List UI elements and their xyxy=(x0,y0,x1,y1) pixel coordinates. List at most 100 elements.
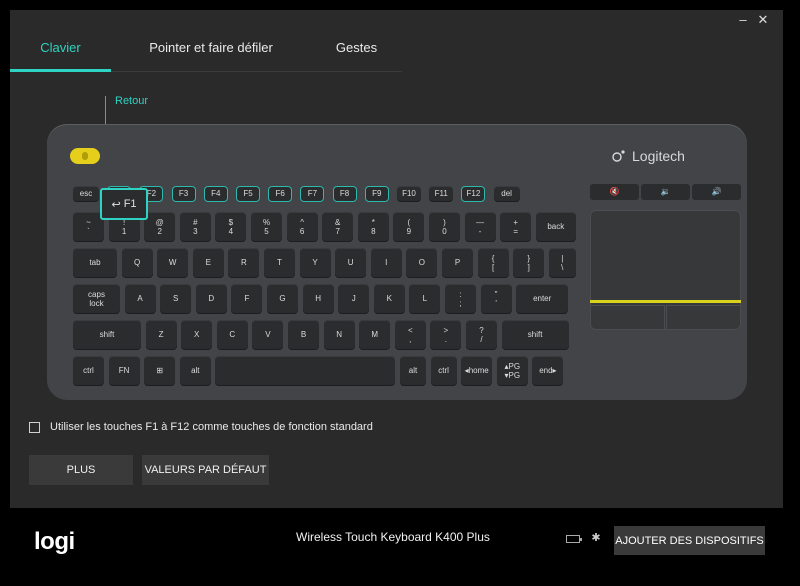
key-shift-c: C xyxy=(216,320,248,350)
logi-logo: logi xyxy=(34,528,75,555)
key-home-j: J xyxy=(338,284,370,314)
key-shift-n: N xyxy=(323,320,355,350)
key-top--: { [ xyxy=(477,248,509,278)
battery-icon xyxy=(566,535,582,543)
tab-clavier[interactable]: Clavier xyxy=(10,34,111,72)
keyboard-illustration: Logitech escF1F2F3F4F5F6F7F8F9F10F11F12d… xyxy=(47,124,747,400)
tab-pointer[interactable]: Pointer et faire défiler xyxy=(111,34,311,72)
key-top-o: O xyxy=(406,248,438,278)
key-bottom-pg-pg: ▴PG ▾PG xyxy=(496,356,528,386)
key-home-enter: enter xyxy=(516,284,569,314)
fn-option-row[interactable]: Utiliser les touches F1 à F12 comme touc… xyxy=(29,421,373,433)
close-icon[interactable]: ✕ xyxy=(755,12,771,28)
key-home-d: D xyxy=(195,284,227,314)
add-devices-button[interactable]: AJOUTER DES DISPOSITIFS xyxy=(614,526,765,555)
key-bottom-symbol: ⊞ xyxy=(144,356,176,386)
key-number--9: ( 9 xyxy=(393,212,425,242)
key-home-h: H xyxy=(302,284,334,314)
key-bottom-alt: alt xyxy=(400,356,426,386)
key-bottom-home: ◂home xyxy=(461,356,493,386)
key-number--: + = xyxy=(500,212,532,242)
vol-down-icon: 🔉 xyxy=(641,184,690,200)
plus-button[interactable]: PLUS xyxy=(29,455,133,485)
minimize-icon[interactable]: – xyxy=(735,12,751,28)
key-home-k: K xyxy=(373,284,405,314)
key-top-e: E xyxy=(192,248,224,278)
app-window: – ✕ Clavier Pointer et faire défiler Ges… xyxy=(10,10,783,508)
mute-icon: 🔇 xyxy=(590,184,639,200)
key-f5: F5 xyxy=(236,186,260,202)
key-home--: : ; xyxy=(445,284,476,314)
key-number--7: & 7 xyxy=(322,212,354,242)
key-top-w: W xyxy=(157,248,189,278)
key-home-a: A xyxy=(124,284,156,314)
key-top-q: Q xyxy=(121,248,153,278)
key-home-f: F xyxy=(231,284,263,314)
key-number--2: @ 2 xyxy=(144,212,176,242)
key-top-r: R xyxy=(228,248,260,278)
key-shift-shift: shift xyxy=(73,320,141,350)
vol-up-icon: 🔊 xyxy=(692,184,741,200)
key-top-u: U xyxy=(335,248,367,278)
key-top-i: I xyxy=(370,248,402,278)
key-top-tab: tab xyxy=(73,248,117,278)
key-shift-b: B xyxy=(288,320,319,350)
callout-label: Retour xyxy=(115,95,149,107)
key-shift-v: V xyxy=(252,320,284,350)
key-home-s: S xyxy=(160,284,192,314)
key-bottom-fn: FN xyxy=(108,356,140,386)
key-bottom-end: end▸ xyxy=(532,356,564,386)
key-home--: " ' xyxy=(480,284,512,314)
key-number--0: ) 0 xyxy=(429,212,460,242)
key-top--: | \ xyxy=(548,248,576,278)
callout-f1-key[interactable]: ↩ F1 xyxy=(100,188,148,220)
key-home-caps-lock: caps lock xyxy=(73,284,120,314)
fn-checkbox-label: Utiliser les touches F1 à F12 comme touc… xyxy=(50,421,373,433)
key-shift-m: M xyxy=(359,320,391,350)
key-number---: — - xyxy=(464,212,496,242)
callout-key-label: F1 xyxy=(123,198,137,210)
callout-line xyxy=(105,96,106,126)
touchpad-right-button xyxy=(666,305,741,330)
key-top--: } ] xyxy=(513,248,545,278)
key-home-l: L xyxy=(409,284,441,314)
touchpad-accent xyxy=(590,300,741,303)
key-f3: F3 xyxy=(171,186,196,202)
footer: logi Wireless Touch Keyboard K400 Plus ✱… xyxy=(0,508,800,586)
key-shift-z: Z xyxy=(145,320,177,350)
key-esc: esc xyxy=(73,186,99,202)
key-number-back: back xyxy=(535,212,576,242)
defaults-button[interactable]: VALEURS PAR DÉFAUT xyxy=(142,455,269,485)
key-f12: F12 xyxy=(461,186,486,202)
key-f6: F6 xyxy=(268,186,293,202)
key-f7: F7 xyxy=(300,186,325,202)
key-shift-x: X xyxy=(181,320,213,350)
device-name: Wireless Touch Keyboard K400 Plus xyxy=(296,530,490,544)
back-arrow-icon: ↩ xyxy=(111,198,121,211)
key-top-t: T xyxy=(264,248,295,278)
key-f11: F11 xyxy=(429,186,454,202)
tab-bar: Clavier Pointer et faire défiler Gestes xyxy=(10,34,402,72)
key-number--3: # 3 xyxy=(179,212,211,242)
key-bottom-ctrl: ctrl xyxy=(73,356,104,386)
fn-checkbox[interactable] xyxy=(29,421,40,433)
tab-gestes[interactable]: Gestes xyxy=(311,34,402,72)
key-f8: F8 xyxy=(332,186,357,202)
key-f9: F9 xyxy=(364,186,389,202)
key-home-g: G xyxy=(267,284,298,314)
key-shift--: > . xyxy=(430,320,462,350)
key-shift--: ? / xyxy=(466,320,497,350)
key-number--4: $ 4 xyxy=(215,212,247,242)
key-f10: F10 xyxy=(397,186,421,202)
key-number--6: ^ 6 xyxy=(286,212,318,242)
receiver-icon: ✱ xyxy=(591,532,601,544)
key-bottom-space xyxy=(215,356,396,386)
key-f4: F4 xyxy=(203,186,228,202)
key-number--5: % 5 xyxy=(251,212,282,242)
key-shift-shift: shift xyxy=(501,320,569,350)
key-bottom-ctrl: ctrl xyxy=(430,356,457,386)
key-top-y: Y xyxy=(299,248,331,278)
touchpad-left-button xyxy=(590,305,665,330)
key-shift--: < , xyxy=(394,320,426,350)
key-bottom-alt: alt xyxy=(179,356,211,386)
